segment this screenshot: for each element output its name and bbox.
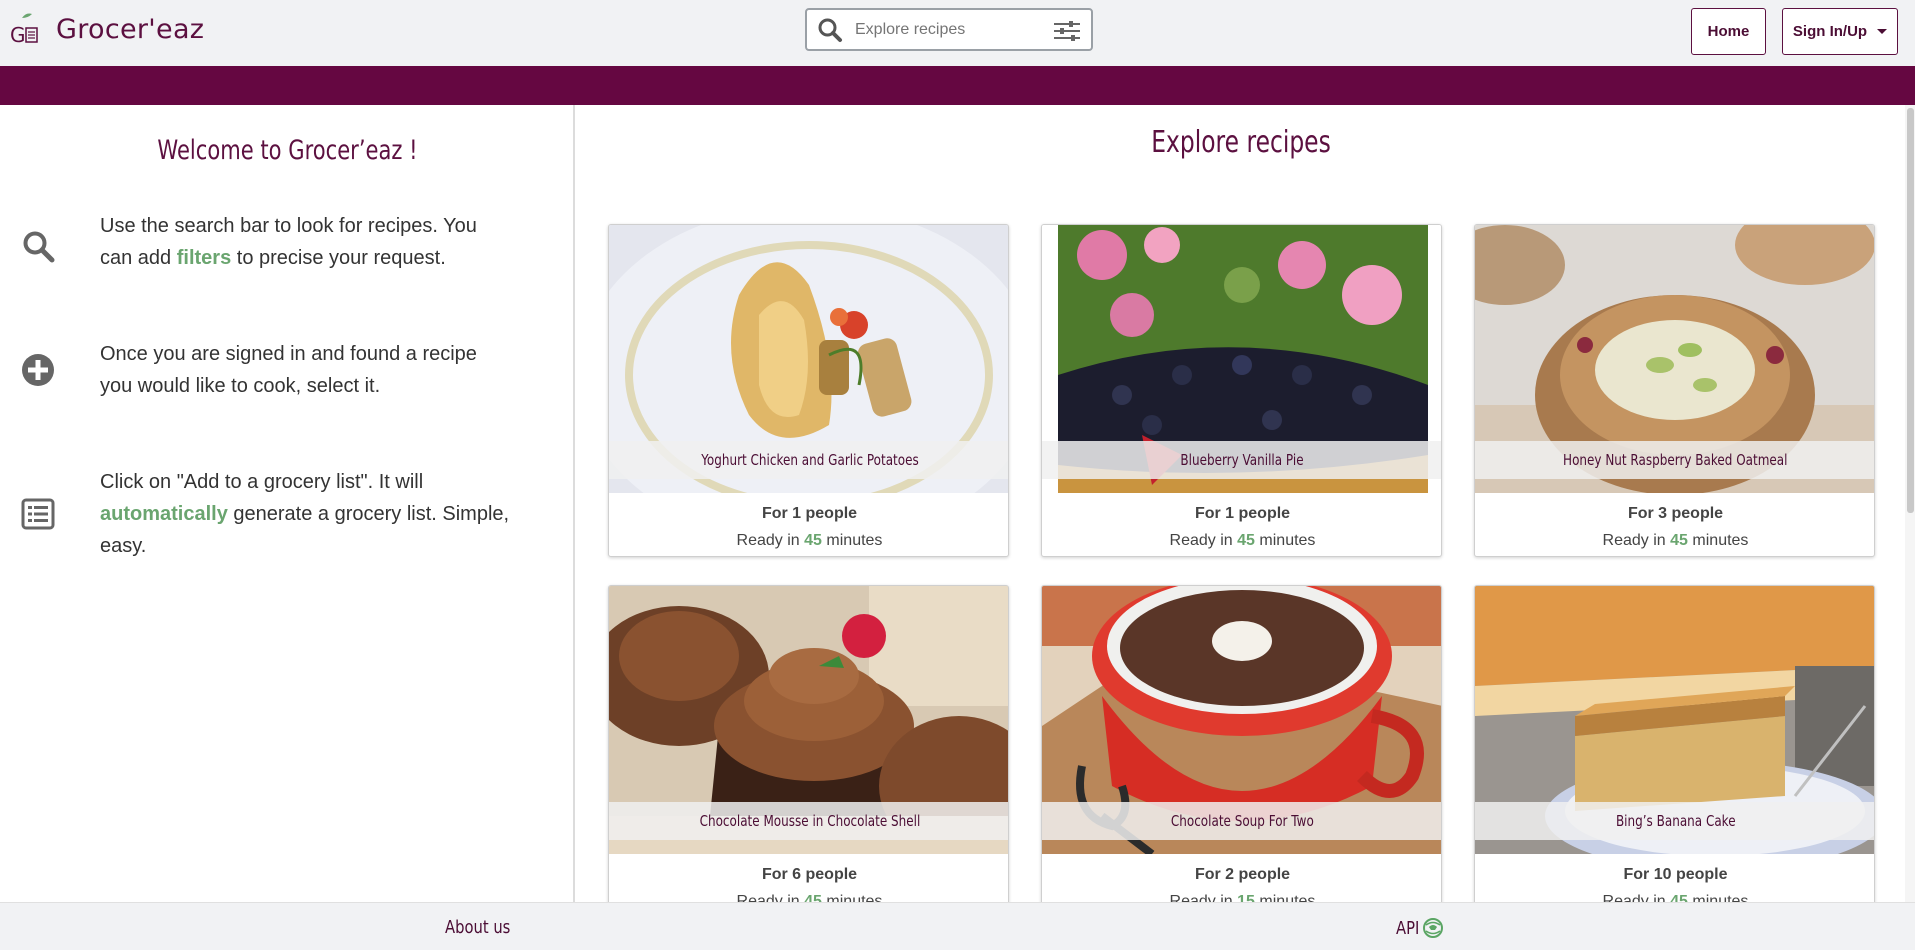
filter-sliders-icon[interactable] [1053, 20, 1081, 42]
recipe-card[interactable]: Chocolate Mousse in Chocolate Shell For … [608, 585, 1009, 902]
step-select-text: Once you are signed in and found a recip… [100, 343, 477, 397]
brand-name: Grocer'eaz [56, 13, 205, 45]
grocereaz-logo-icon: G [10, 12, 40, 47]
recipe-title: Chocolate Soup For Two [1042, 802, 1441, 840]
recipe-ready-time: Ready in 45 minutes [736, 893, 883, 902]
api-link[interactable]: API [1396, 917, 1444, 939]
step-search-text: Use the search bar to look for recipes. … [100, 215, 477, 269]
recipe-servings: For 10 people [1623, 866, 1728, 883]
recipe-card[interactable]: Chocolate Soup For Two For 2 people Read… [1041, 585, 1442, 902]
sign-in-up-label: Sign In/Up [1792, 23, 1868, 40]
recipe-servings: For 2 people [1194, 866, 1291, 883]
brand[interactable]: G Grocer'eaz [10, 12, 205, 47]
home-button-label: Home [1707, 23, 1750, 40]
recipe-servings: For 1 people [1194, 505, 1291, 522]
step-grocery-text: Click on "Add to a grocery list". It wil… [100, 471, 510, 557]
api-globe-icon [1423, 918, 1444, 938]
search-bar[interactable] [805, 8, 1093, 51]
recipe-ready-time: Ready in 45 minutes [1602, 893, 1749, 902]
list-icon [21, 498, 55, 530]
automatically-highlight: automatically [100, 503, 228, 525]
filters-highlight: filters [176, 247, 232, 269]
recipe-title: Yoghurt Chicken and Garlic Potatoes [609, 441, 1008, 479]
recipe-card[interactable]: Blueberry Vanilla Pie For 1 people Ready… [1041, 224, 1442, 557]
caret-down-icon [1877, 29, 1888, 34]
header-band [0, 66, 1915, 105]
home-button[interactable]: Home [1691, 8, 1766, 55]
recipe-ready-time: Ready in 45 minutes [1169, 532, 1316, 549]
recipe-card[interactable]: Yoghurt Chicken and Garlic Potatoes For … [608, 224, 1009, 557]
welcome-panel: Welcome to Grocer’eaz ! Use the search b… [0, 105, 575, 902]
recipe-servings: For 1 people [761, 505, 858, 522]
explore-title: Explore recipes [1151, 125, 1331, 160]
top-navbar: G Grocer'eaz Home Sign In/Up [0, 0, 1915, 66]
recipe-servings: For 6 people [761, 866, 858, 883]
scrollbar-thumb[interactable] [1907, 108, 1914, 513]
plus-circle-icon [22, 354, 54, 386]
search-input[interactable] [855, 20, 1045, 39]
sign-in-up-dropdown[interactable]: Sign In/Up [1782, 8, 1898, 55]
recipe-servings: For 3 people [1627, 505, 1724, 522]
recipe-title: Chocolate Mousse in Chocolate Shell [609, 802, 1008, 840]
recipe-ready-time: Ready in 45 minutes [1602, 532, 1749, 549]
recipe-title: Honey Nut Raspberry Baked Oatmeal [1475, 441, 1874, 479]
explore-panel: Explore recipes Yoghurt Chicken and Garl… [577, 105, 1905, 902]
recipe-ready-time: Ready in 15 minutes [1169, 893, 1316, 902]
search-icon [818, 18, 842, 42]
recipe-title: Blueberry Vanilla Pie [1042, 441, 1441, 479]
svg-text:G: G [10, 23, 26, 46]
api-label: API [1396, 917, 1420, 939]
recipe-title: Bing’s Banana Cake [1475, 802, 1874, 840]
about-us-link[interactable]: About us [445, 917, 510, 938]
recipe-ready-time: Ready in 45 minutes [736, 532, 883, 549]
recipe-card[interactable]: Honey Nut Raspberry Baked Oatmeal For 3 … [1474, 224, 1875, 557]
welcome-title: Welcome to Grocer’eaz ! [157, 135, 418, 166]
footer: About us API [0, 902, 1915, 950]
recipe-card[interactable]: Bing’s Banana Cake For 10 people Ready i… [1474, 585, 1875, 902]
search-icon [23, 231, 55, 263]
